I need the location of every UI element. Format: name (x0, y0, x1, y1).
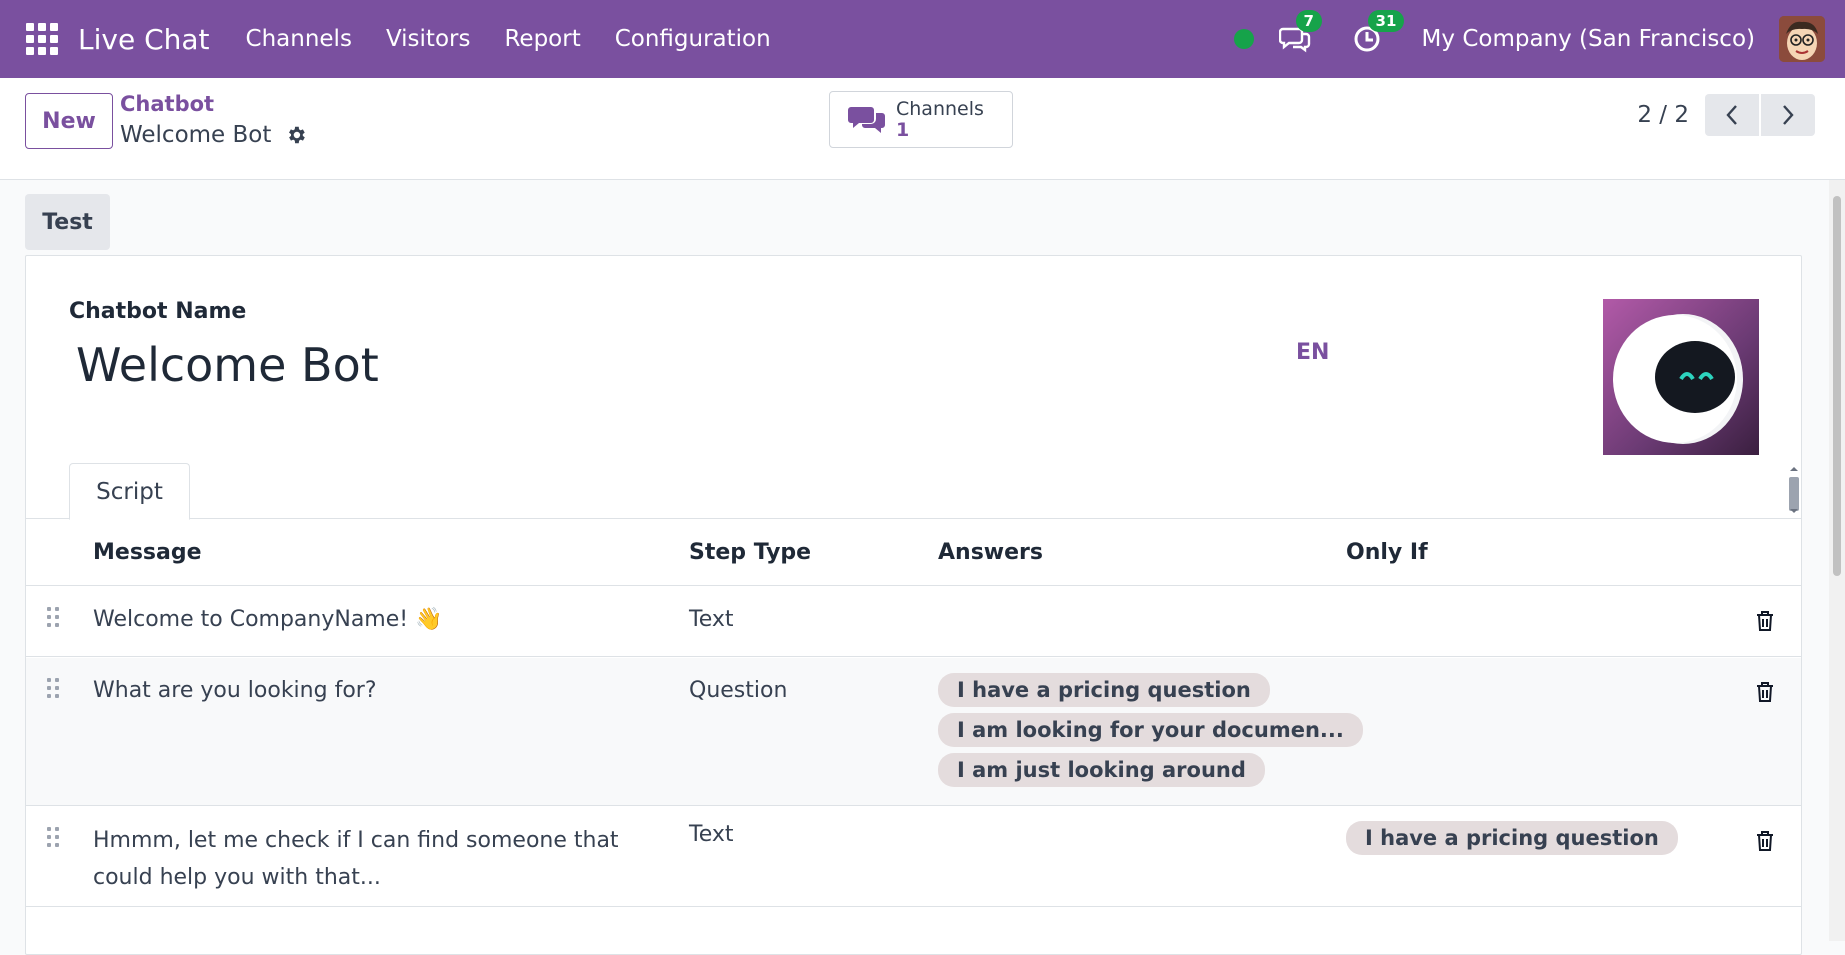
app-brand[interactable]: Live Chat (78, 23, 210, 56)
menu-visitors[interactable]: Visitors (386, 26, 471, 52)
column-header-step-type[interactable]: Step Type (689, 540, 811, 565)
messaging-menu[interactable]: 7 (1278, 10, 1322, 56)
only-if-tag[interactable]: I have a pricing question (1346, 821, 1678, 855)
page-scrollbar[interactable] (1829, 180, 1845, 941)
chevron-left-icon (1726, 105, 1737, 125)
menu-configuration[interactable]: Configuration (615, 26, 771, 52)
notebook-tabs: Script (26, 463, 1801, 520)
drag-handle-icon[interactable] (47, 827, 61, 853)
table-row[interactable]: Hmmm, let me check if I can find someone… (26, 807, 1801, 907)
scroll-up-arrow-icon (1790, 467, 1798, 471)
top-navbar: Live Chat Channels Visitors Report Confi… (0, 0, 1845, 78)
row-step-type[interactable]: Text (689, 607, 734, 632)
answer-tag[interactable]: I am just looking around (938, 753, 1265, 787)
pager-previous-button[interactable] (1705, 94, 1759, 136)
activities-badge: 31 (1367, 10, 1405, 32)
trash-icon[interactable] (1754, 829, 1776, 853)
chatbot-name-input[interactable]: Welcome Bot (76, 338, 379, 392)
chevron-right-icon (1783, 105, 1794, 125)
column-header-only-if[interactable]: Only If (1346, 540, 1428, 565)
language-button[interactable]: EN (1296, 340, 1329, 365)
pager-next-button[interactable] (1761, 94, 1815, 136)
company-switcher[interactable]: My Company (San Francisco) (1422, 26, 1755, 52)
pager: 2 / 2 (1637, 94, 1815, 136)
tab-script[interactable]: Script (69, 463, 190, 520)
row-message[interactable]: What are you looking for? (93, 678, 377, 703)
apps-menu-icon[interactable] (26, 23, 58, 55)
scroll-down-arrow-icon (1790, 509, 1798, 513)
breadcrumb-current-label: Welcome Bot (120, 122, 272, 148)
channels-smart-count: 1 (896, 118, 910, 141)
breadcrumb-parent-link[interactable]: Chatbot (120, 92, 214, 116)
gear-icon[interactable] (285, 124, 307, 146)
channels-smart-button[interactable]: Channels 1 (829, 91, 1013, 148)
row-message[interactable]: Hmmm, let me check if I can find someone… (93, 822, 633, 896)
trash-icon[interactable] (1754, 680, 1776, 704)
chatbot-name-label: Chatbot Name (69, 299, 247, 324)
user-avatar[interactable] (1779, 16, 1825, 62)
inner-scrollbar[interactable] (1788, 465, 1800, 515)
new-button[interactable]: New (25, 93, 113, 149)
row-answers[interactable]: I have a pricing question I am looking f… (938, 673, 1363, 793)
row-message[interactable]: Welcome to CompanyName! 👋 (93, 607, 442, 632)
row-step-type[interactable]: Question (689, 678, 787, 703)
script-table-header: Message Step Type Answers Only If (26, 520, 1801, 586)
chatbot-image[interactable] (1603, 299, 1759, 455)
form-view: Test Chatbot Name Welcome Bot EN Script … (0, 180, 1845, 955)
column-header-message[interactable]: Message (93, 540, 202, 565)
table-row[interactable]: Welcome to CompanyName! 👋 Text (26, 587, 1801, 657)
table-row[interactable]: What are you looking for? Question I hav… (26, 658, 1801, 806)
test-button[interactable]: Test (25, 194, 110, 250)
form-sheet: Chatbot Name Welcome Bot EN Script Messa… (25, 255, 1802, 955)
menu-channels[interactable]: Channels (246, 26, 352, 52)
drag-handle-icon[interactable] (47, 607, 61, 633)
control-panel: New Chatbot Welcome Bot Channels 1 2 / 2 (0, 78, 1845, 180)
messages-badge: 7 (1295, 10, 1322, 32)
menu-report[interactable]: Report (504, 26, 580, 52)
trash-icon[interactable] (1754, 609, 1776, 633)
breadcrumb-current: Welcome Bot (120, 122, 307, 148)
online-status-indicator (1233, 29, 1254, 49)
row-only-if[interactable]: I have a pricing question (1346, 821, 1678, 861)
column-header-answers[interactable]: Answers (938, 540, 1043, 565)
comments-icon (848, 106, 885, 133)
drag-handle-icon[interactable] (47, 678, 61, 704)
answer-tag[interactable]: I have a pricing question (938, 673, 1270, 707)
pager-value[interactable]: 2 / 2 (1637, 102, 1689, 128)
answer-tag[interactable]: I am looking for your documen... (938, 713, 1363, 747)
row-step-type[interactable]: Text (689, 822, 734, 847)
channels-smart-label: Channels (896, 97, 984, 120)
activity-menu[interactable]: 31 (1350, 10, 1405, 56)
